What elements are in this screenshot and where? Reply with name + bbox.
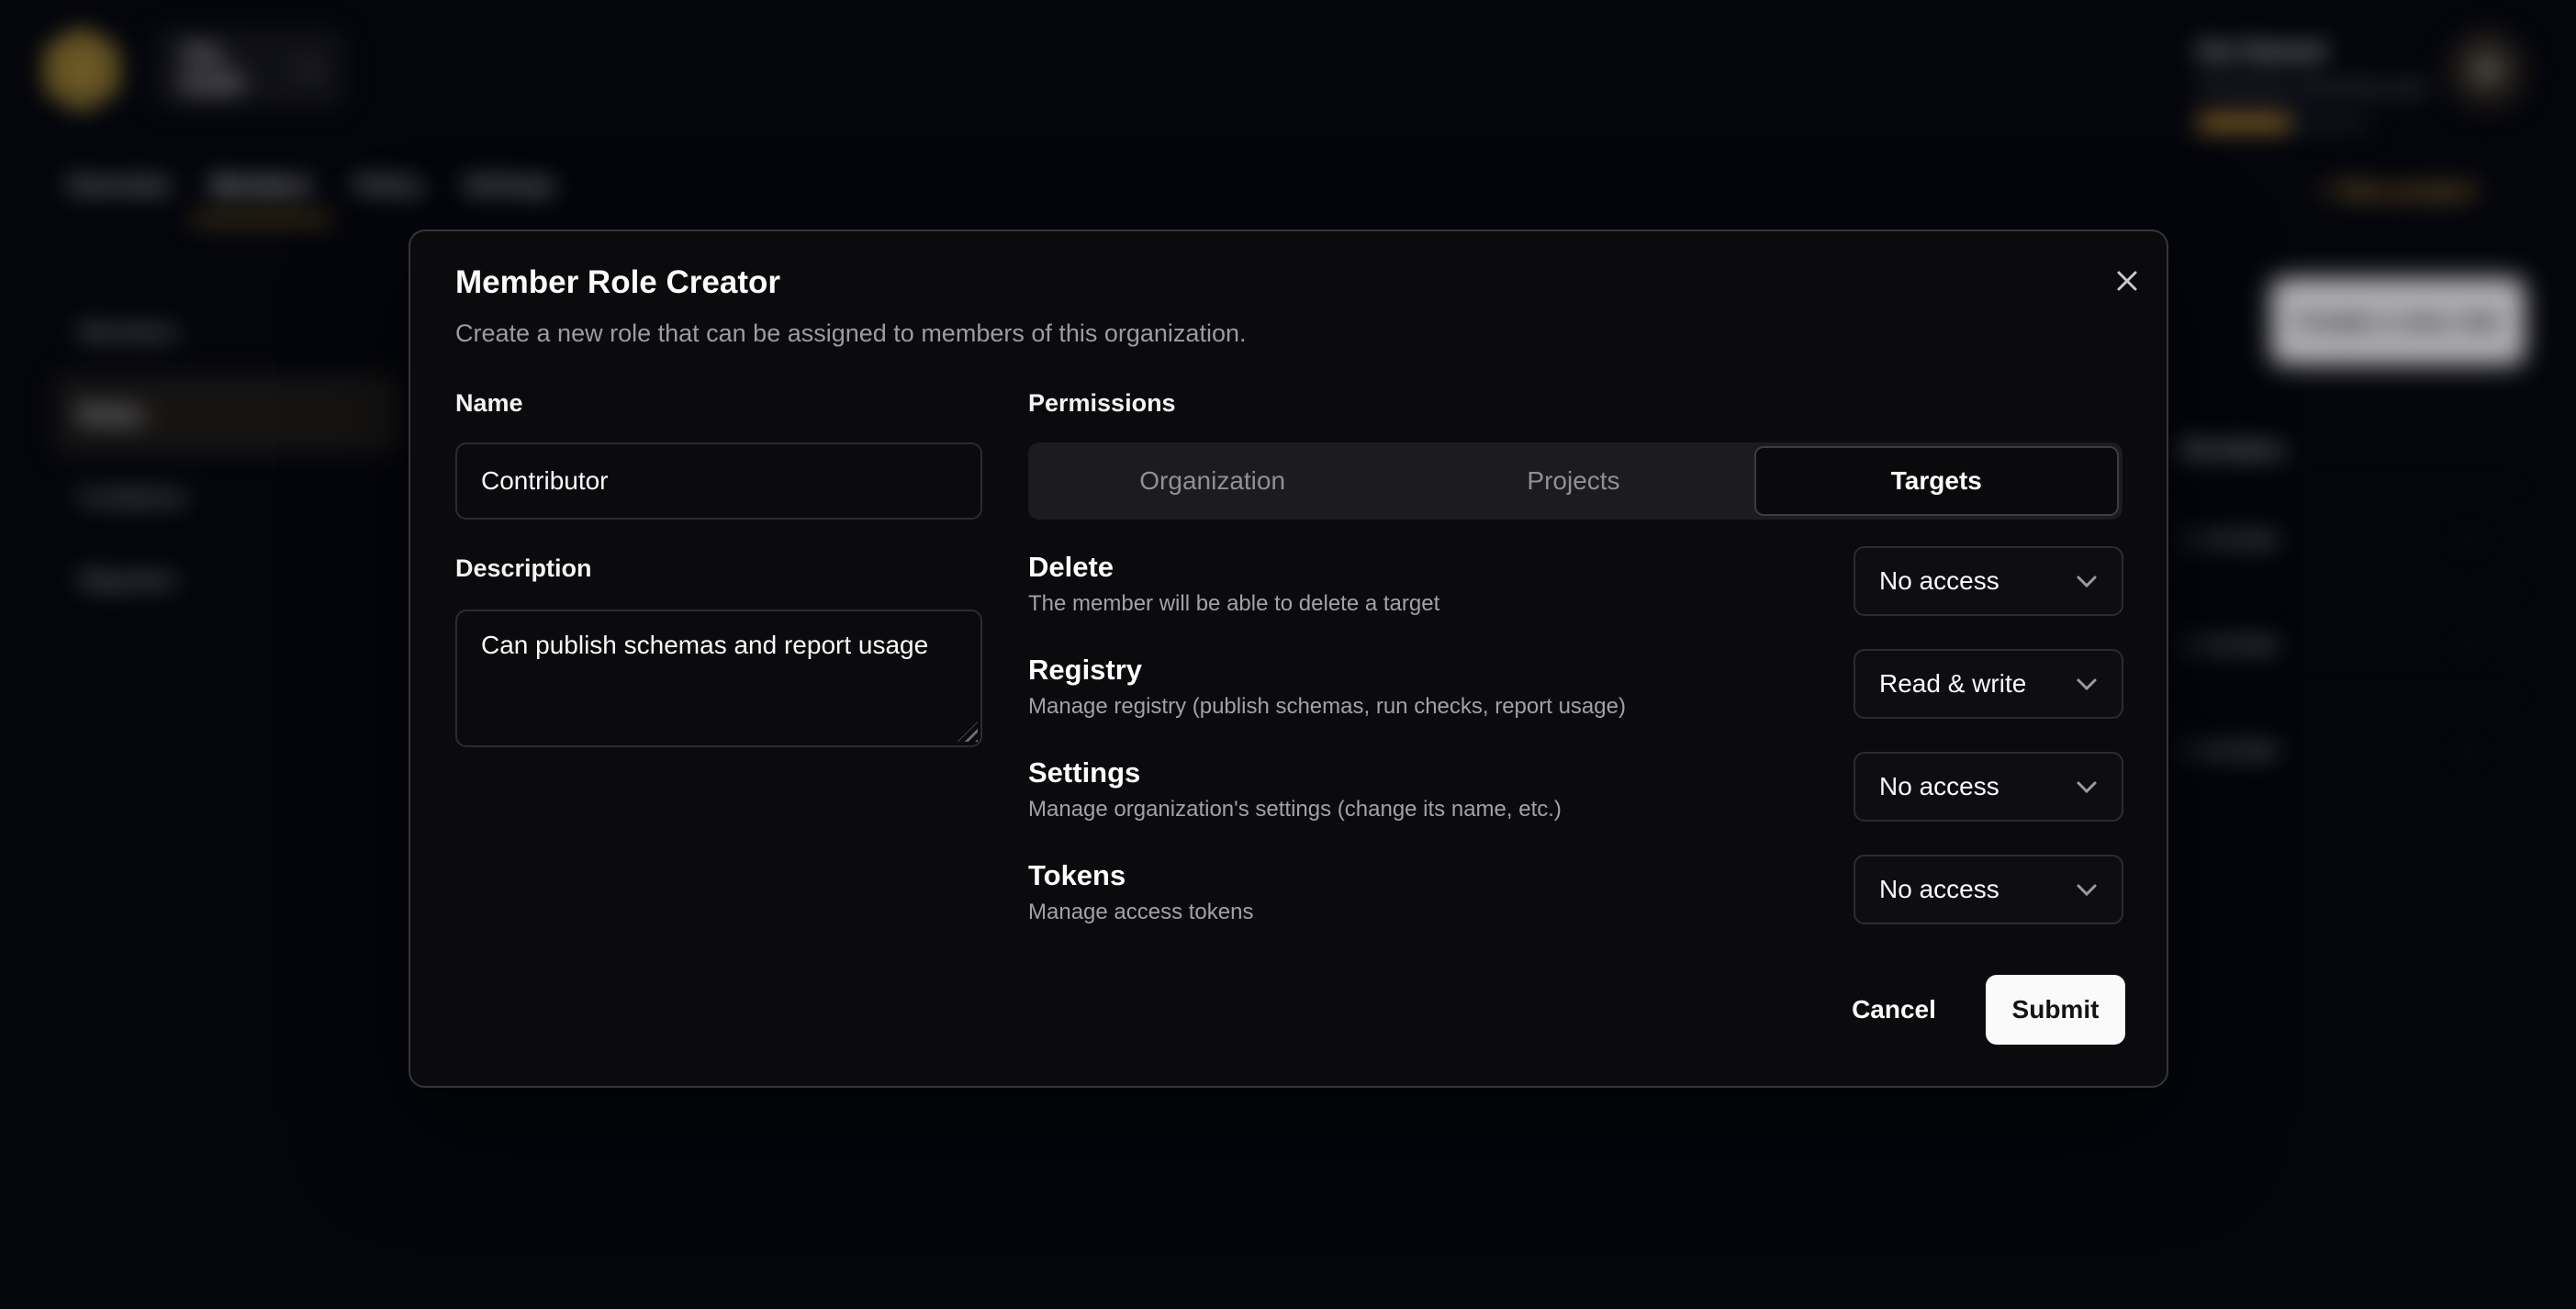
- scope-tab-projects[interactable]: Projects: [1393, 446, 1753, 516]
- tokens-permission-select[interactable]: No access: [1854, 855, 2123, 924]
- selected-value: No access: [1879, 875, 1999, 904]
- permission-title-registry: Registry: [1028, 654, 1142, 687]
- permission-title-delete: Delete: [1028, 551, 1114, 584]
- permission-desc-registry: Manage registry (publish schemas, run ch…: [1028, 694, 1626, 720]
- delete-permission-select[interactable]: No access: [1854, 546, 2123, 616]
- close-button[interactable]: [2107, 261, 2147, 301]
- member-role-creator-modal: Member Role Creator Create a new role th…: [409, 229, 2168, 1088]
- permissions-scope-tabs: Organization Projects Targets: [1028, 442, 2122, 520]
- scope-tab-targets[interactable]: Targets: [1754, 446, 2119, 516]
- chevron-down-icon: [2076, 780, 2098, 794]
- submit-button[interactable]: Submit: [1986, 975, 2125, 1045]
- name-label: Name: [455, 389, 523, 418]
- settings-permission-select[interactable]: No access: [1854, 752, 2123, 822]
- permissions-label: Permissions: [1028, 389, 1176, 418]
- chevron-down-icon: [2076, 677, 2098, 691]
- registry-permission-select[interactable]: Read & write: [1854, 649, 2123, 719]
- permission-title-settings: Settings: [1028, 756, 1140, 789]
- permission-desc-settings: Manage organization's settings (change i…: [1028, 797, 1562, 822]
- modal-title: Member Role Creator: [455, 264, 780, 301]
- name-input[interactable]: [455, 442, 982, 520]
- chevron-down-icon: [2076, 575, 2098, 588]
- description-textarea[interactable]: Can publish schemas and report usage: [455, 610, 982, 747]
- permission-desc-tokens: Manage access tokens: [1028, 900, 1253, 925]
- description-label: Description: [455, 554, 592, 583]
- cancel-button[interactable]: Cancel: [1824, 975, 1964, 1045]
- selected-value: No access: [1879, 566, 1999, 596]
- chevron-down-icon: [2076, 883, 2098, 897]
- permission-desc-delete: The member will be able to delete a targ…: [1028, 591, 1439, 617]
- selected-value: Read & write: [1879, 669, 2026, 699]
- selected-value: No access: [1879, 772, 1999, 801]
- scope-tab-organization[interactable]: Organization: [1032, 446, 1393, 516]
- close-icon: [2113, 267, 2141, 295]
- permission-title-tokens: Tokens: [1028, 859, 1126, 892]
- modal-subtitle: Create a new role that can be assigned t…: [455, 319, 1246, 348]
